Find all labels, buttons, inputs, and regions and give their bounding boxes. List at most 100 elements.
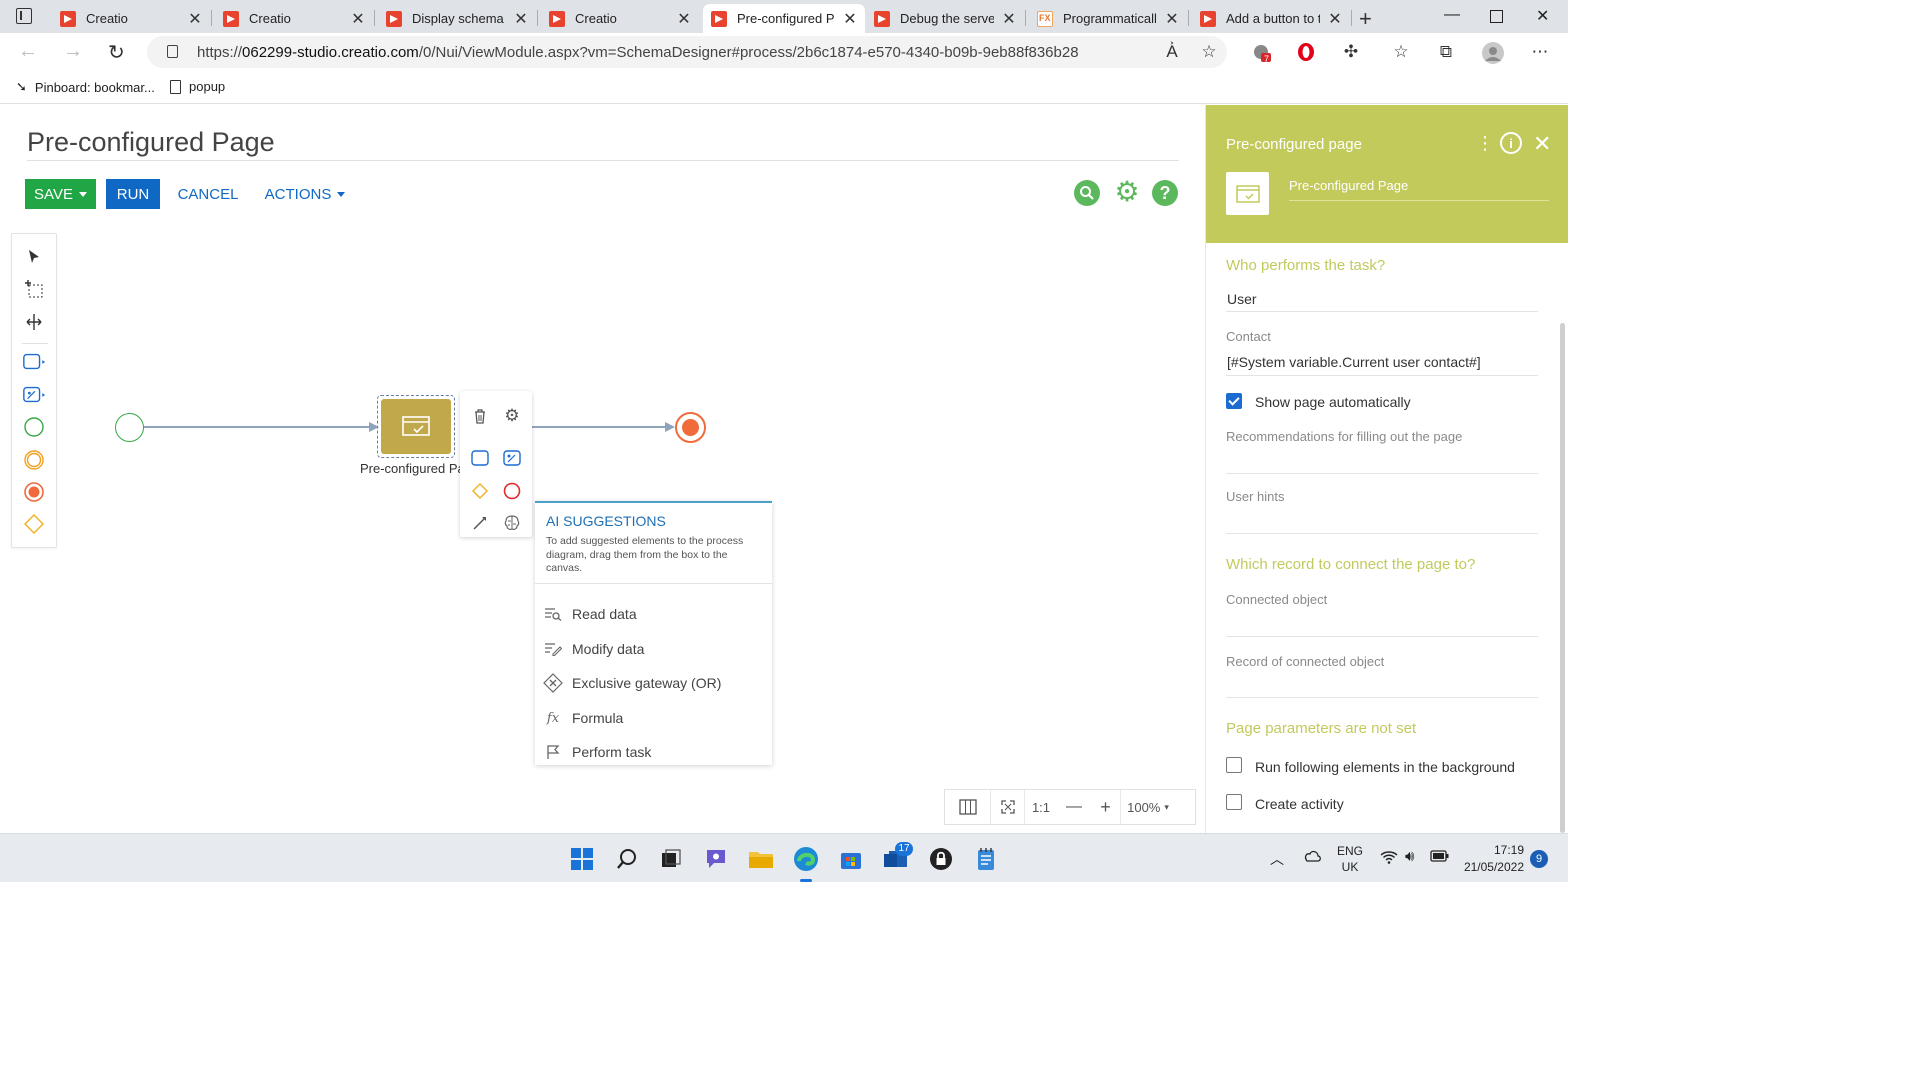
browser-tab[interactable]: Add a button to t ✕ (1192, 4, 1350, 33)
user-hints-field[interactable] (1226, 533, 1538, 534)
ai-item-exclusive-gateway[interactable]: Exclusive gateway (OR) (543, 670, 768, 696)
pointer-tool-icon[interactable] (22, 245, 46, 269)
connected-object-field[interactable] (1226, 636, 1538, 637)
tab-actions-icon[interactable] (16, 8, 32, 24)
element-name-field[interactable]: Pre-configured Page (1289, 178, 1408, 193)
profile-avatar-icon[interactable] (1482, 42, 1504, 64)
show-hidden-icons-icon[interactable]: ︿ (1270, 849, 1284, 869)
ai-item-modify-data[interactable]: Modify data (543, 636, 768, 662)
task-shape[interactable] (381, 399, 451, 454)
close-tab-icon[interactable]: ✕ (514, 9, 528, 29)
actions-dropdown[interactable]: ACTIONS (265, 179, 345, 209)
search-icon[interactable] (614, 846, 640, 872)
task-tool-icon[interactable] (22, 350, 46, 374)
teams-chat-icon[interactable] (703, 846, 729, 872)
close-window-icon[interactable]: ✕ (1536, 6, 1549, 26)
onedrive-cloud-icon[interactable] (1302, 848, 1322, 865)
vpn-lock-icon[interactable] (928, 846, 954, 872)
minimize-icon[interactable]: — (1444, 6, 1460, 24)
opera-extension-icon[interactable] (1296, 42, 1316, 62)
connector-arrow-icon[interactable] (470, 513, 490, 533)
show-page-checkbox[interactable] (1226, 393, 1242, 409)
browser-tab[interactable]: Creatio ✕ (215, 4, 373, 33)
close-tab-icon[interactable]: ✕ (1165, 9, 1179, 29)
end-event-tool-icon[interactable] (22, 480, 46, 504)
notification-count-badge[interactable]: 9 (1530, 850, 1548, 868)
run-background-checkbox[interactable] (1226, 757, 1242, 773)
close-tab-icon[interactable]: ✕ (1002, 9, 1016, 29)
settings-more-icon[interactable]: ⋯ (1530, 42, 1550, 62)
fit-to-screen-icon[interactable] (991, 790, 1025, 824)
close-tab-icon[interactable]: ✕ (1328, 9, 1342, 29)
wifi-icon[interactable] (1380, 850, 1398, 867)
settings-gear-icon[interactable]: ⚙ (502, 406, 522, 426)
gateway-tool-icon[interactable] (22, 512, 46, 536)
search-icon[interactable] (1074, 180, 1100, 206)
refresh-icon[interactable]: ↻ (108, 40, 125, 65)
minimap-icon[interactable] (945, 790, 991, 824)
zoom-out-button[interactable]: — (1057, 790, 1091, 824)
ai-item-read-data[interactable]: Read data (543, 601, 768, 627)
info-icon[interactable]: i (1500, 132, 1522, 154)
read-aloud-icon[interactable]: A͐ (1162, 42, 1182, 62)
ai-item-perform-task[interactable]: Perform task (543, 739, 768, 765)
ai-brain-icon[interactable] (502, 513, 522, 533)
close-tab-icon[interactable]: ✕ (351, 9, 365, 29)
record-connected-field[interactable] (1226, 697, 1538, 698)
browser-tab[interactable]: Creatio ✕ (52, 4, 210, 33)
trash-icon[interactable] (470, 406, 490, 426)
subprocess-tool-icon[interactable] (22, 383, 46, 407)
page-params-heading[interactable]: Page parameters are not set (1226, 720, 1416, 737)
volume-icon[interactable]: 🔊︎ (1405, 848, 1414, 865)
help-icon[interactable]: ? (1152, 180, 1178, 206)
zoom-level-dropdown[interactable]: 100% ▾ (1121, 790, 1175, 824)
add-favorite-icon[interactable]: ☆ (1199, 42, 1219, 62)
zoom-in-button[interactable]: + (1091, 790, 1121, 824)
performer-field[interactable]: User (1227, 291, 1257, 307)
extensions-puzzle-icon[interactable]: ✣ (1341, 42, 1361, 62)
add-gateway-icon[interactable] (470, 481, 490, 501)
close-tab-icon[interactable]: ✕ (843, 9, 857, 29)
bookmark-item[interactable]: ➘ Pinboard: bookmar... (16, 79, 155, 95)
browser-tab[interactable]: FX Programmatically ✕ (1029, 4, 1187, 33)
start-event-tool-icon[interactable] (22, 415, 46, 439)
cancel-button[interactable]: CANCEL (178, 179, 239, 209)
task-view-icon[interactable] (658, 846, 684, 872)
add-end-event-icon[interactable] (502, 481, 522, 501)
browser-tab[interactable]: Debug the server ✕ (866, 4, 1024, 33)
start-event[interactable] (115, 413, 144, 442)
restore-icon[interactable] (1490, 10, 1503, 23)
ai-item-formula[interactable]: fx Formula (543, 705, 768, 731)
more-options-icon[interactable]: ⋮ (1476, 133, 1494, 154)
add-subprocess-icon[interactable] (502, 448, 522, 468)
new-tab-icon[interactable]: + (1359, 6, 1372, 32)
end-event[interactable] (675, 412, 706, 443)
contact-field[interactable]: [#System variable.Current user contact#] (1227, 354, 1481, 370)
space-tool-icon[interactable] (22, 310, 46, 334)
url-field[interactable]: https://062299-studio.creatio.com/0/Nui/… (147, 36, 1227, 68)
forward-icon[interactable]: → (63, 40, 83, 63)
save-button[interactable]: SAVE (25, 179, 96, 209)
battery-icon[interactable] (1430, 849, 1450, 866)
file-explorer-icon[interactable] (748, 846, 774, 872)
browser-tab[interactable]: Display schema - ✕ (378, 4, 536, 33)
language-indicator[interactable]: ENG UK (1337, 843, 1363, 875)
create-activity-checkbox[interactable] (1226, 794, 1242, 810)
recommendations-field[interactable] (1226, 473, 1538, 474)
panel-scrollbar[interactable] (1560, 323, 1565, 833)
actual-size-button[interactable]: 1:1 (1025, 790, 1057, 824)
gear-icon[interactable]: ⚙ (1113, 178, 1141, 206)
microsoft-store-icon[interactable] (838, 846, 864, 872)
windows-start-icon[interactable] (569, 846, 595, 872)
sequence-flow[interactable] (532, 426, 668, 428)
clock[interactable]: 17:19 21/05/2022 (1462, 842, 1524, 876)
close-tab-icon[interactable]: ✕ (677, 9, 691, 29)
notepad-icon[interactable] (973, 846, 999, 872)
close-tab-icon[interactable]: ✕ (188, 9, 202, 29)
browser-tab[interactable]: Creatio ✕ (541, 4, 699, 33)
collections-icon[interactable]: ⧉ (1436, 42, 1456, 62)
edge-browser-icon[interactable] (793, 846, 819, 872)
lasso-select-icon[interactable] (22, 277, 46, 301)
sequence-flow[interactable] (144, 426, 372, 428)
browser-tab-active[interactable]: Pre-configured Pa ✕ (703, 4, 865, 33)
